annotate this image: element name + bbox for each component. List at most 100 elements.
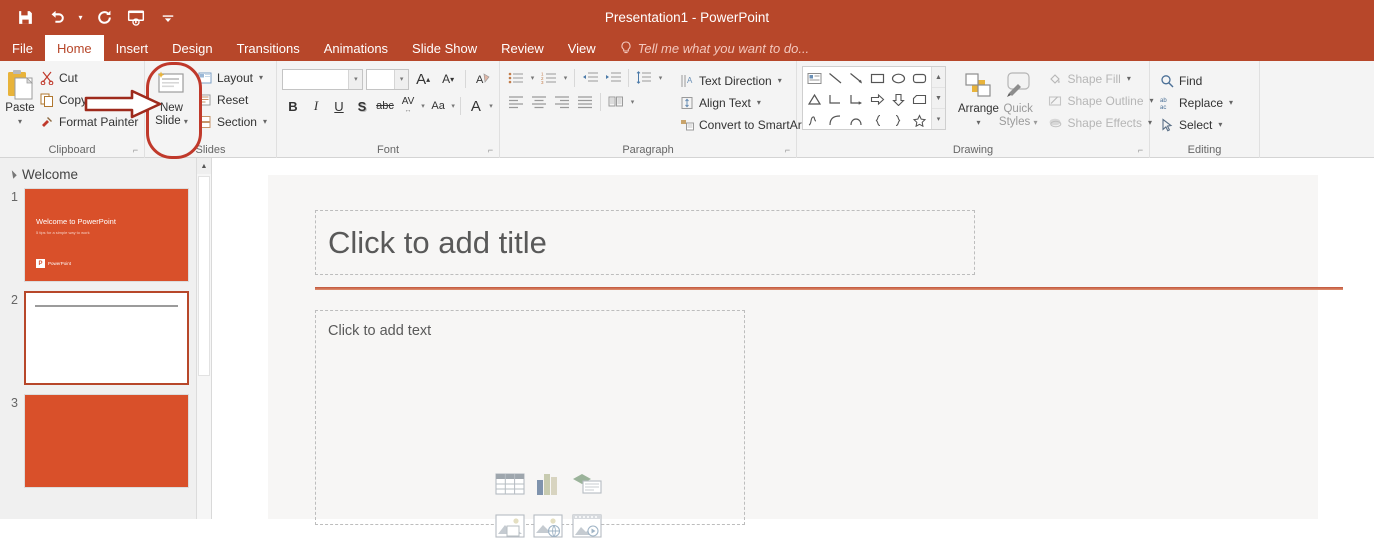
line-spacing-icon[interactable] (633, 68, 655, 88)
numbering-icon[interactable]: 123 (538, 68, 560, 88)
shapes-gallery-scrollbar[interactable]: ▲ ▼ ▾ (931, 67, 945, 129)
slide-thumbnail-1[interactable]: Welcome to PowerPoint 5 tips for a simpl… (24, 188, 189, 282)
title-placeholder[interactable]: Click to add title (315, 210, 975, 275)
strikethrough-button[interactable]: abc (374, 95, 396, 117)
line-spacing-dropdown-icon[interactable]: ▾ (656, 74, 665, 82)
change-case-dropdown-icon[interactable]: ▾ (450, 102, 456, 110)
text-shadow-button[interactable]: S (351, 95, 373, 117)
font-color-button[interactable]: A (465, 95, 487, 117)
thumbnail-row-3[interactable]: 3 (0, 394, 211, 497)
shape-arc-icon[interactable] (846, 110, 867, 131)
shape-rectangle-icon[interactable] (867, 68, 888, 89)
format-painter-button[interactable]: Format Painter (35, 111, 142, 132)
shapes-scroll-down-icon[interactable]: ▼ (932, 88, 945, 109)
section-collapse-icon[interactable] (8, 170, 17, 179)
shape-effects-button[interactable]: Shape Effects ▾ (1043, 112, 1157, 133)
section-button[interactable]: Section ▾ (193, 111, 271, 132)
bold-button[interactable]: B (282, 95, 304, 117)
tab-review[interactable]: Review (489, 35, 556, 61)
new-slide-dropdown-icon[interactable]: ▾ (184, 117, 188, 126)
shape-fill-button[interactable]: Shape Fill ▾ (1043, 68, 1157, 89)
undo-dropdown-icon[interactable]: ▾ (74, 5, 87, 31)
align-text-dropdown-icon[interactable]: ▾ (757, 98, 761, 107)
shape-right-brace-icon[interactable] (888, 110, 909, 131)
shape-rounded-rectangle-icon[interactable] (909, 68, 930, 89)
shape-triangle-icon[interactable] (804, 89, 825, 110)
clear-formatting-button[interactable]: A (472, 68, 494, 90)
shapes-gallery[interactable]: ▲ ▼ ▾ (802, 66, 946, 130)
content-placeholder[interactable]: Click to add text (315, 310, 745, 538)
paragraph-dialog-launcher-icon[interactable]: ⌐ (783, 146, 792, 155)
shape-down-arrow-icon[interactable] (888, 89, 909, 110)
font-name-dropdown-icon[interactable]: ▾ (348, 69, 363, 89)
tab-design[interactable]: Design (160, 35, 224, 61)
shape-arrow-icon[interactable] (846, 68, 867, 89)
thumbnail-row-1[interactable]: 1 Welcome to PowerPoint 5 tips for a sim… (0, 188, 211, 291)
select-button[interactable]: Select ▾ (1155, 114, 1237, 135)
shapes-scroll-up-icon[interactable]: ▲ (932, 67, 945, 88)
shape-oval-icon[interactable] (888, 68, 909, 89)
insert-pictures-icon[interactable] (495, 513, 525, 543)
tell-me-box[interactable]: Tell me what you want to do... (608, 35, 822, 61)
shape-folded-corner-icon[interactable] (909, 89, 930, 110)
drawing-dialog-launcher-icon[interactable]: ⌐ (1136, 146, 1145, 155)
font-name-box[interactable]: ▾ (282, 68, 364, 90)
find-button[interactable]: Find (1155, 70, 1237, 91)
slide-canvas[interactable]: Click to add title Click to add text (268, 175, 1343, 538)
decrease-font-size-button[interactable]: A ▾ (437, 68, 459, 90)
undo-icon[interactable] (42, 5, 72, 31)
paste-dropdown-icon[interactable]: ▾ (18, 115, 22, 128)
section-header[interactable]: Welcome (0, 158, 211, 188)
thumbnail-row-2[interactable]: 2 (0, 291, 211, 394)
align-left-icon[interactable] (505, 92, 527, 112)
shape-star-icon[interactable] (909, 110, 930, 131)
replace-button[interactable]: ab ac Replace ▾ (1155, 92, 1237, 113)
slide-thumbnail-2[interactable] (24, 291, 189, 385)
paste-button[interactable]: Paste ▾ (5, 65, 35, 128)
save-icon[interactable] (10, 5, 40, 31)
character-spacing-dropdown-icon[interactable]: ▾ (420, 102, 426, 110)
insert-video-icon[interactable] (572, 513, 602, 543)
change-case-button[interactable]: Aa (427, 95, 449, 117)
shape-scribble-icon[interactable] (804, 110, 825, 131)
copy-button[interactable]: Copy (35, 89, 142, 110)
align-right-icon[interactable] (551, 92, 573, 112)
shape-fill-dropdown-icon[interactable]: ▾ (1127, 74, 1131, 83)
arrange-button[interactable]: Arrange ▾ (958, 66, 999, 129)
increase-font-size-button[interactable]: A ▴ (412, 68, 434, 90)
insert-table-icon[interactable] (495, 471, 525, 501)
tab-insert[interactable]: Insert (104, 35, 161, 61)
insert-chart-icon[interactable] (533, 471, 563, 501)
tab-view[interactable]: View (556, 35, 608, 61)
align-center-icon[interactable] (528, 92, 550, 112)
section-dropdown-icon[interactable]: ▾ (263, 117, 267, 126)
bullets-dropdown-icon[interactable]: ▾ (528, 74, 537, 82)
shape-textbox-icon[interactable] (804, 68, 825, 89)
arrange-dropdown-icon[interactable]: ▾ (976, 116, 980, 129)
font-size-dropdown-icon[interactable]: ▾ (394, 69, 409, 89)
font-size-box[interactable]: ▾ (366, 68, 410, 90)
thumbnail-pane-scrollbar[interactable]: ▲ (196, 158, 211, 519)
insert-smartart-icon[interactable] (571, 471, 603, 501)
clipboard-dialog-launcher-icon[interactable]: ⌐ (131, 146, 140, 155)
cut-button[interactable]: Cut (35, 67, 142, 88)
insert-online-pictures-icon[interactable] (533, 513, 564, 543)
customize-qat-icon[interactable] (153, 5, 183, 31)
increase-indent-icon[interactable] (602, 68, 624, 88)
scroll-up-icon[interactable]: ▲ (197, 158, 211, 174)
start-slideshow-icon[interactable] (121, 5, 151, 31)
character-spacing-button[interactable]: AV ↔ (397, 95, 419, 117)
shape-elbow-arrow-icon[interactable] (846, 89, 867, 110)
numbering-dropdown-icon[interactable]: ▾ (561, 74, 570, 82)
redo-icon[interactable] (89, 5, 119, 31)
thumbnail-scroll-thumb[interactable] (198, 176, 210, 376)
font-dialog-launcher-icon[interactable]: ⌐ (486, 146, 495, 155)
shapes-more-icon[interactable]: ▾ (932, 109, 945, 129)
tab-file[interactable]: File (0, 35, 45, 61)
italic-button[interactable]: I (305, 95, 327, 117)
reset-button[interactable]: Reset (193, 89, 271, 110)
replace-dropdown-icon[interactable]: ▾ (1229, 98, 1233, 107)
tab-slide-show[interactable]: Slide Show (400, 35, 489, 61)
text-direction-dropdown-icon[interactable]: ▾ (778, 76, 782, 85)
shape-elbow-connector-icon[interactable] (825, 89, 846, 110)
